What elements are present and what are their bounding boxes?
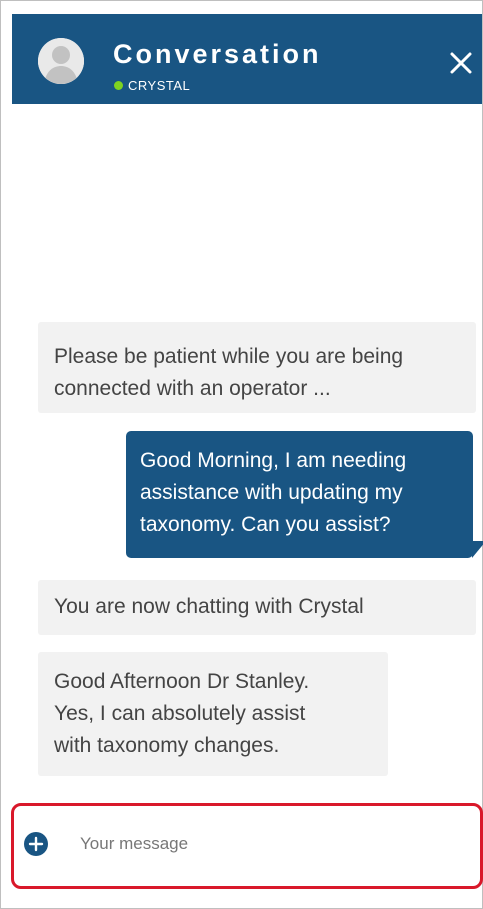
agent-message: Please be patient while you are being co… bbox=[38, 322, 476, 413]
message-input[interactable] bbox=[80, 828, 460, 860]
message-line: assistance with updating my bbox=[140, 481, 403, 504]
message-line: Yes, I can absolutely assist bbox=[54, 702, 306, 725]
person-avatar-icon bbox=[38, 38, 84, 84]
agent-status: CRYSTAL bbox=[114, 78, 190, 93]
message-line: connected with an operator ... bbox=[54, 377, 331, 400]
chat-widget: Conversation CRYSTAL Please be patient w… bbox=[0, 0, 483, 909]
agent-name: CRYSTAL bbox=[128, 78, 191, 93]
close-icon[interactable] bbox=[448, 50, 474, 76]
message-line: with taxonomy changes. bbox=[54, 734, 280, 757]
user-message: Good Morning, I am needing assistance wi… bbox=[126, 431, 473, 558]
message-line: Good Afternoon Dr Stanley. bbox=[54, 670, 310, 693]
agent-message: Good Afternoon Dr Stanley. Yes, I can ab… bbox=[38, 652, 388, 776]
conversation-title: Conversation bbox=[113, 39, 322, 69]
bubble-tail bbox=[472, 541, 483, 558]
plus-circle-icon[interactable] bbox=[24, 832, 48, 856]
online-status-dot-icon bbox=[114, 81, 123, 90]
message-line: taxonomy. Can you assist? bbox=[140, 513, 391, 536]
chat-header: Conversation CRYSTAL bbox=[12, 14, 482, 104]
message-line: Good Morning, I am needing bbox=[140, 449, 407, 472]
message-list[interactable]: Please be patient while you are being co… bbox=[12, 104, 483, 801]
message-line: Please be patient while you are being bbox=[54, 345, 404, 368]
agent-message: You are now chatting with Crystal bbox=[38, 580, 476, 635]
message-line: You are now chatting with Crystal bbox=[54, 595, 364, 618]
message-composer bbox=[11, 803, 483, 889]
